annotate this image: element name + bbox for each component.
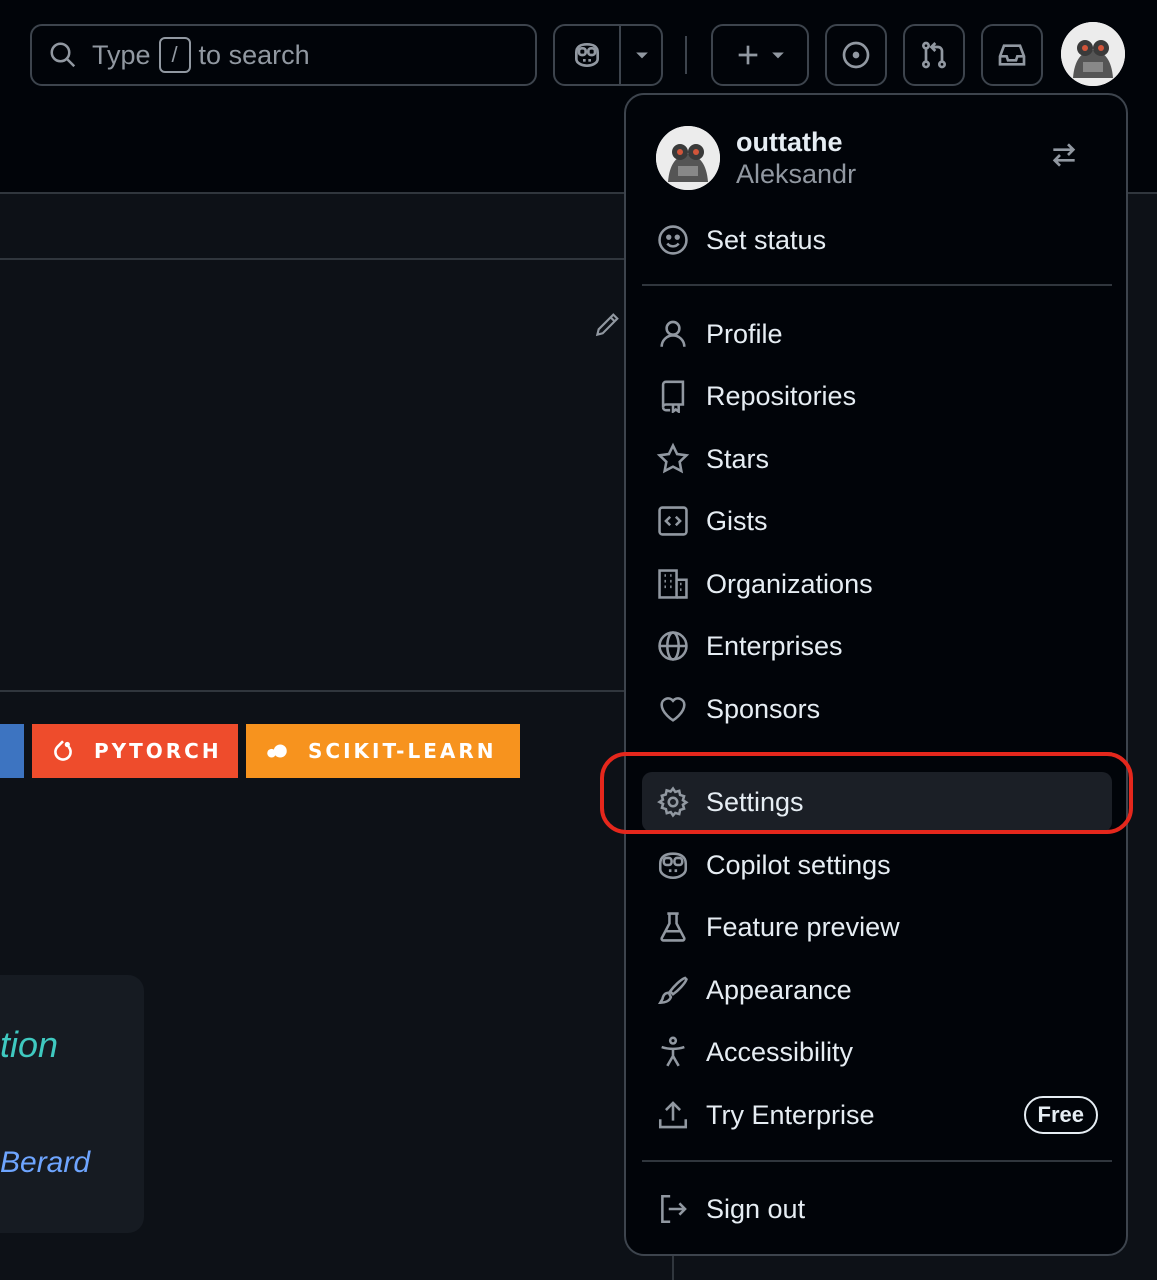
smiley-icon bbox=[658, 225, 688, 255]
menu-item-label: Set status bbox=[706, 224, 827, 255]
menu-separator bbox=[642, 1160, 1112, 1162]
inbox-icon bbox=[998, 44, 1026, 66]
beaker-icon bbox=[660, 912, 686, 942]
layout-divider bbox=[672, 1254, 674, 1280]
user-avatar-button[interactable] bbox=[1061, 22, 1125, 86]
upload-icon bbox=[658, 1101, 688, 1129]
menu-item-feature-preview[interactable]: Feature preview bbox=[642, 897, 1112, 957]
star-icon bbox=[656, 442, 690, 474]
repo-subnav bbox=[0, 196, 625, 260]
menu-item-label: Appearance bbox=[706, 974, 852, 1005]
search-suffix: to search bbox=[198, 39, 310, 70]
menu-item-accessibility[interactable]: Accessibility bbox=[642, 1022, 1112, 1082]
avatar-image bbox=[1061, 22, 1125, 86]
accessibility-icon bbox=[661, 1036, 685, 1067]
menu-item-label: Repositories bbox=[706, 380, 857, 411]
menu-item-gists[interactable]: Gists bbox=[642, 491, 1112, 551]
free-badge: Free bbox=[1023, 1096, 1098, 1134]
copilot-icon bbox=[555, 26, 619, 84]
menu-item-label: Try Enterprise bbox=[706, 1099, 875, 1130]
scikit-learn-icon bbox=[267, 744, 287, 758]
pull-requests-button[interactable] bbox=[903, 24, 965, 86]
globe-icon bbox=[658, 631, 688, 661]
menu-user-header: outtathe Aleksandr bbox=[656, 125, 856, 191]
copilot-button[interactable] bbox=[553, 24, 663, 86]
header-divider bbox=[685, 36, 687, 74]
paintbrush-icon bbox=[657, 976, 688, 1005]
pytorch-badge[interactable]: PYTORCH bbox=[32, 724, 238, 778]
search-icon bbox=[50, 42, 76, 68]
user-menu-dropdown: outtathe Aleksandr Set status Profile Re… bbox=[624, 93, 1128, 1256]
issues-button[interactable] bbox=[825, 24, 887, 86]
scikit-learn-badge-label: SCIKIT-LEARN bbox=[308, 739, 497, 763]
chevron-down-icon[interactable] bbox=[621, 26, 663, 84]
pytorch-badge-label: PYTORCH bbox=[94, 739, 222, 763]
menu-item-appearance[interactable]: Appearance bbox=[642, 960, 1112, 1020]
menu-item-label: Feature preview bbox=[706, 911, 900, 942]
menu-item-label: Sign out bbox=[706, 1193, 806, 1224]
badge-partial bbox=[0, 724, 24, 778]
menu-item-repositories[interactable]: Repositories bbox=[642, 366, 1112, 426]
search-prefix: Type bbox=[92, 39, 151, 70]
menu-item-profile[interactable]: Profile bbox=[642, 304, 1112, 364]
settings-highlight-annotation bbox=[600, 752, 1133, 834]
menu-item-label: Accessibility bbox=[706, 1036, 854, 1067]
menu-item-label: Gists bbox=[706, 505, 768, 536]
menu-item-sponsors[interactable]: Sponsors bbox=[642, 679, 1112, 739]
menu-item-label: Enterprises bbox=[706, 630, 843, 661]
menu-item-try-enterprise[interactable]: Try Enterprise Free bbox=[642, 1085, 1112, 1145]
menu-item-label: Sponsors bbox=[706, 693, 821, 724]
scikit-learn-badge[interactable]: SCIKIT-LEARN bbox=[246, 724, 520, 778]
menu-item-organizations[interactable]: Organizations bbox=[642, 554, 1112, 614]
issue-opened-icon bbox=[842, 41, 870, 69]
inbox-button[interactable] bbox=[981, 24, 1043, 86]
git-pull-request-icon bbox=[922, 41, 946, 69]
heart-icon bbox=[660, 697, 686, 722]
pencil-icon[interactable] bbox=[592, 308, 624, 340]
menu-item-label: Copilot settings bbox=[706, 849, 891, 880]
repo-icon bbox=[661, 380, 685, 413]
avatar-image bbox=[656, 126, 720, 190]
organization-icon bbox=[658, 569, 688, 599]
menu-avatar bbox=[656, 126, 720, 190]
menu-item-set-status[interactable]: Set status bbox=[642, 210, 1112, 270]
menu-item-copilot-settings[interactable]: Copilot settings bbox=[642, 835, 1112, 895]
chevron-down-icon bbox=[772, 52, 784, 59]
menu-item-label: Profile bbox=[706, 318, 783, 349]
card-author-fragment[interactable]: Berard bbox=[0, 1146, 90, 1180]
search-shortcut-key: / bbox=[158, 37, 191, 73]
menu-item-label: Organizations bbox=[706, 568, 873, 599]
plus-icon bbox=[738, 45, 758, 65]
quote-card bbox=[0, 975, 144, 1233]
menu-separator bbox=[642, 284, 1112, 286]
search-input[interactable]: Type / to search bbox=[30, 24, 537, 86]
person-icon bbox=[660, 320, 686, 347]
menu-item-label: Stars bbox=[706, 443, 770, 474]
copilot-icon bbox=[658, 852, 688, 880]
sign-out-icon bbox=[661, 1194, 687, 1224]
content-divider bbox=[0, 690, 625, 692]
menu-item-stars[interactable]: Stars bbox=[642, 429, 1112, 489]
card-title-fragment: tion bbox=[0, 1024, 59, 1065]
code-square-icon bbox=[658, 506, 688, 536]
menu-item-sign-out[interactable]: Sign out bbox=[642, 1179, 1112, 1239]
menu-username: outtathe bbox=[736, 127, 843, 157]
create-new-button[interactable] bbox=[711, 24, 809, 86]
pytorch-icon bbox=[54, 740, 72, 761]
menu-item-enterprises[interactable]: Enterprises bbox=[642, 616, 1112, 676]
switch-account-icon[interactable] bbox=[1048, 139, 1080, 171]
menu-display-name: Aleksandr bbox=[736, 159, 857, 189]
